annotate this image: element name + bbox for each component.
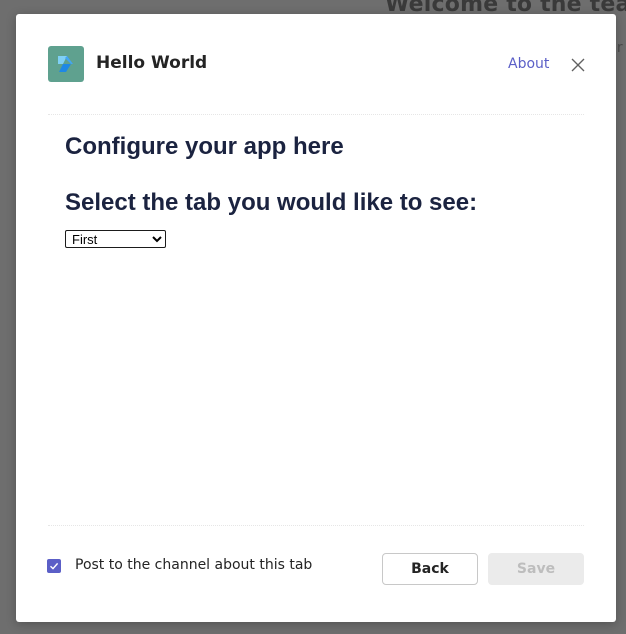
close-icon: [571, 58, 585, 72]
checkmark-icon: [50, 562, 59, 570]
configure-app-dialog: Hello World About Configure your app her…: [16, 14, 616, 622]
app-name: Hello World: [96, 53, 208, 73]
azure-logo-icon: [48, 46, 84, 82]
config-heading: Configure your app here: [65, 133, 344, 160]
close-button[interactable]: [568, 55, 588, 75]
save-button[interactable]: Save: [488, 553, 584, 585]
about-link[interactable]: About: [508, 56, 549, 72]
post-to-channel-checkbox[interactable]: [47, 559, 61, 573]
app-config-frame: Configure your app here Select the tab y…: [48, 114, 584, 526]
post-to-channel-label: Post to the channel about this tab: [75, 557, 313, 573]
dialog-header: Hello World About: [16, 14, 616, 114]
select-tab-heading: Select the tab you would like to see:: [65, 189, 478, 216]
tab-select[interactable]: First: [65, 230, 166, 248]
back-button[interactable]: Back: [382, 553, 478, 585]
